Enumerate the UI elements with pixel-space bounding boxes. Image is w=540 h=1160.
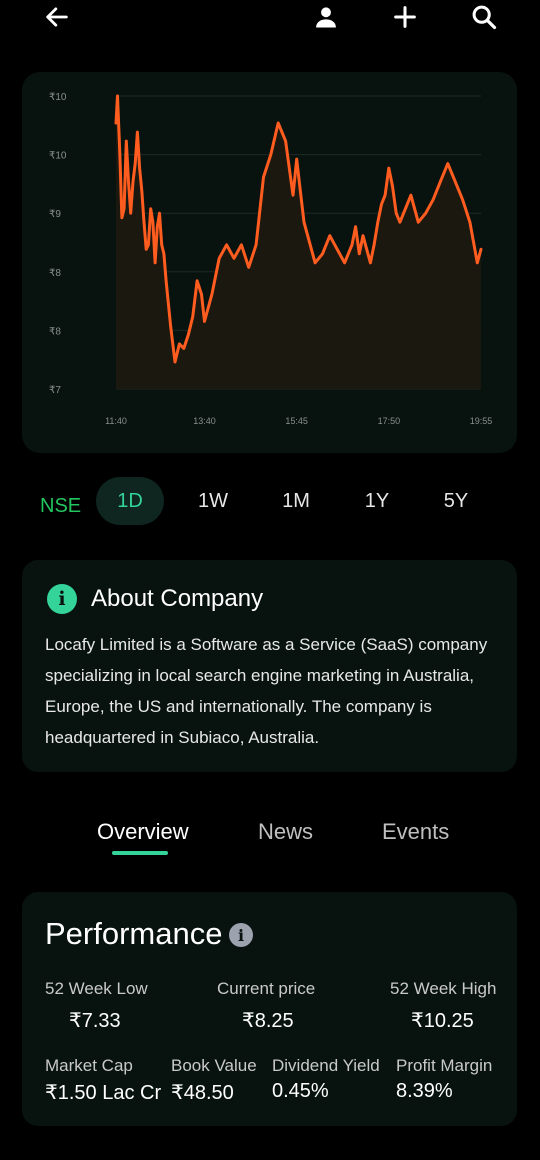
tab-overview[interactable]: Overview <box>97 819 189 845</box>
x-tick-label: 11:40 <box>105 416 127 426</box>
content-tabs: Overview News Events <box>0 815 540 865</box>
52-week-low-value: ₹7.33 <box>69 1010 121 1032</box>
performance-card: Performance i 52 Week Low ₹7.33 Current … <box>22 892 517 1126</box>
52-week-high-value: ₹10.25 <box>411 1010 474 1032</box>
y-tick-label: ₹9 <box>49 209 61 220</box>
tab-events[interactable]: Events <box>382 819 449 845</box>
back-arrow-icon[interactable] <box>42 2 72 32</box>
info-icon: i <box>47 584 77 614</box>
market-cap-value: ₹1.50 Lac Cr <box>45 1082 162 1104</box>
active-tab-indicator <box>112 851 168 855</box>
user-icon[interactable] <box>311 2 341 32</box>
exchange-label[interactable]: NSE <box>40 495 81 518</box>
range-1m-button[interactable]: 1M <box>262 477 330 525</box>
tab-news[interactable]: News <box>258 819 313 845</box>
performance-title: Performance <box>45 916 223 951</box>
x-tick-label: 19:55 <box>470 416 493 426</box>
y-tick-label: ₹10 <box>49 92 67 103</box>
y-tick-label: ₹8 <box>49 268 61 279</box>
profit-margin-value: 8.39% <box>396 1080 453 1102</box>
performance-info-icon[interactable]: i <box>229 923 253 947</box>
top-bar <box>0 0 540 36</box>
plus-icon[interactable] <box>390 2 420 32</box>
x-tick-label: 15:45 <box>285 416 308 426</box>
price-area-fill <box>116 96 481 389</box>
current-price-value: ₹8.25 <box>242 1010 294 1032</box>
profit-margin-label: Profit Margin <box>396 1056 493 1075</box>
y-tick-label: ₹10 <box>49 151 67 162</box>
about-company-card: i About Company Locafy Limited is a Soft… <box>22 560 517 772</box>
range-selector: NSE 1D 1W 1M 1Y 5Y <box>0 477 540 527</box>
price-chart[interactable]: ₹10 ₹10 ₹9 ₹8 ₹8 ₹7 11:40 13:40 15:45 17:50 19:55 <box>22 72 517 453</box>
range-5y-button[interactable]: 5Y <box>422 477 490 525</box>
dividend-yield-value: 0.45% <box>272 1080 329 1102</box>
range-1d-button[interactable]: 1D <box>96 477 164 525</box>
market-cap-label: Market Cap <box>45 1056 133 1075</box>
about-description: Locafy Limited is a Software as a Servic… <box>45 635 488 747</box>
about-header: i About Company <box>47 584 263 614</box>
current-price-label: Current price <box>217 979 316 998</box>
book-value-value: ₹48.50 <box>171 1082 234 1104</box>
y-tick-label: ₹8 <box>49 326 61 337</box>
range-1y-button[interactable]: 1Y <box>343 477 411 525</box>
range-1w-button[interactable]: 1W <box>179 477 247 525</box>
dividend-yield-label: Dividend Yield <box>272 1056 380 1075</box>
price-chart-card: ₹10 ₹10 ₹9 ₹8 ₹8 ₹7 11:40 13:40 15:45 17:50 19:55 <box>22 72 517 453</box>
x-tick-label: 13:40 <box>193 416 216 426</box>
y-tick-label: ₹7 <box>49 385 61 396</box>
search-icon[interactable] <box>469 2 499 32</box>
52-week-low-label: 52 Week Low <box>45 979 148 998</box>
book-value-label: Book Value <box>171 1056 257 1075</box>
about-title: About Company <box>91 585 264 612</box>
52-week-high-label: 52 Week High <box>390 979 497 998</box>
x-tick-label: 17:50 <box>378 416 401 426</box>
